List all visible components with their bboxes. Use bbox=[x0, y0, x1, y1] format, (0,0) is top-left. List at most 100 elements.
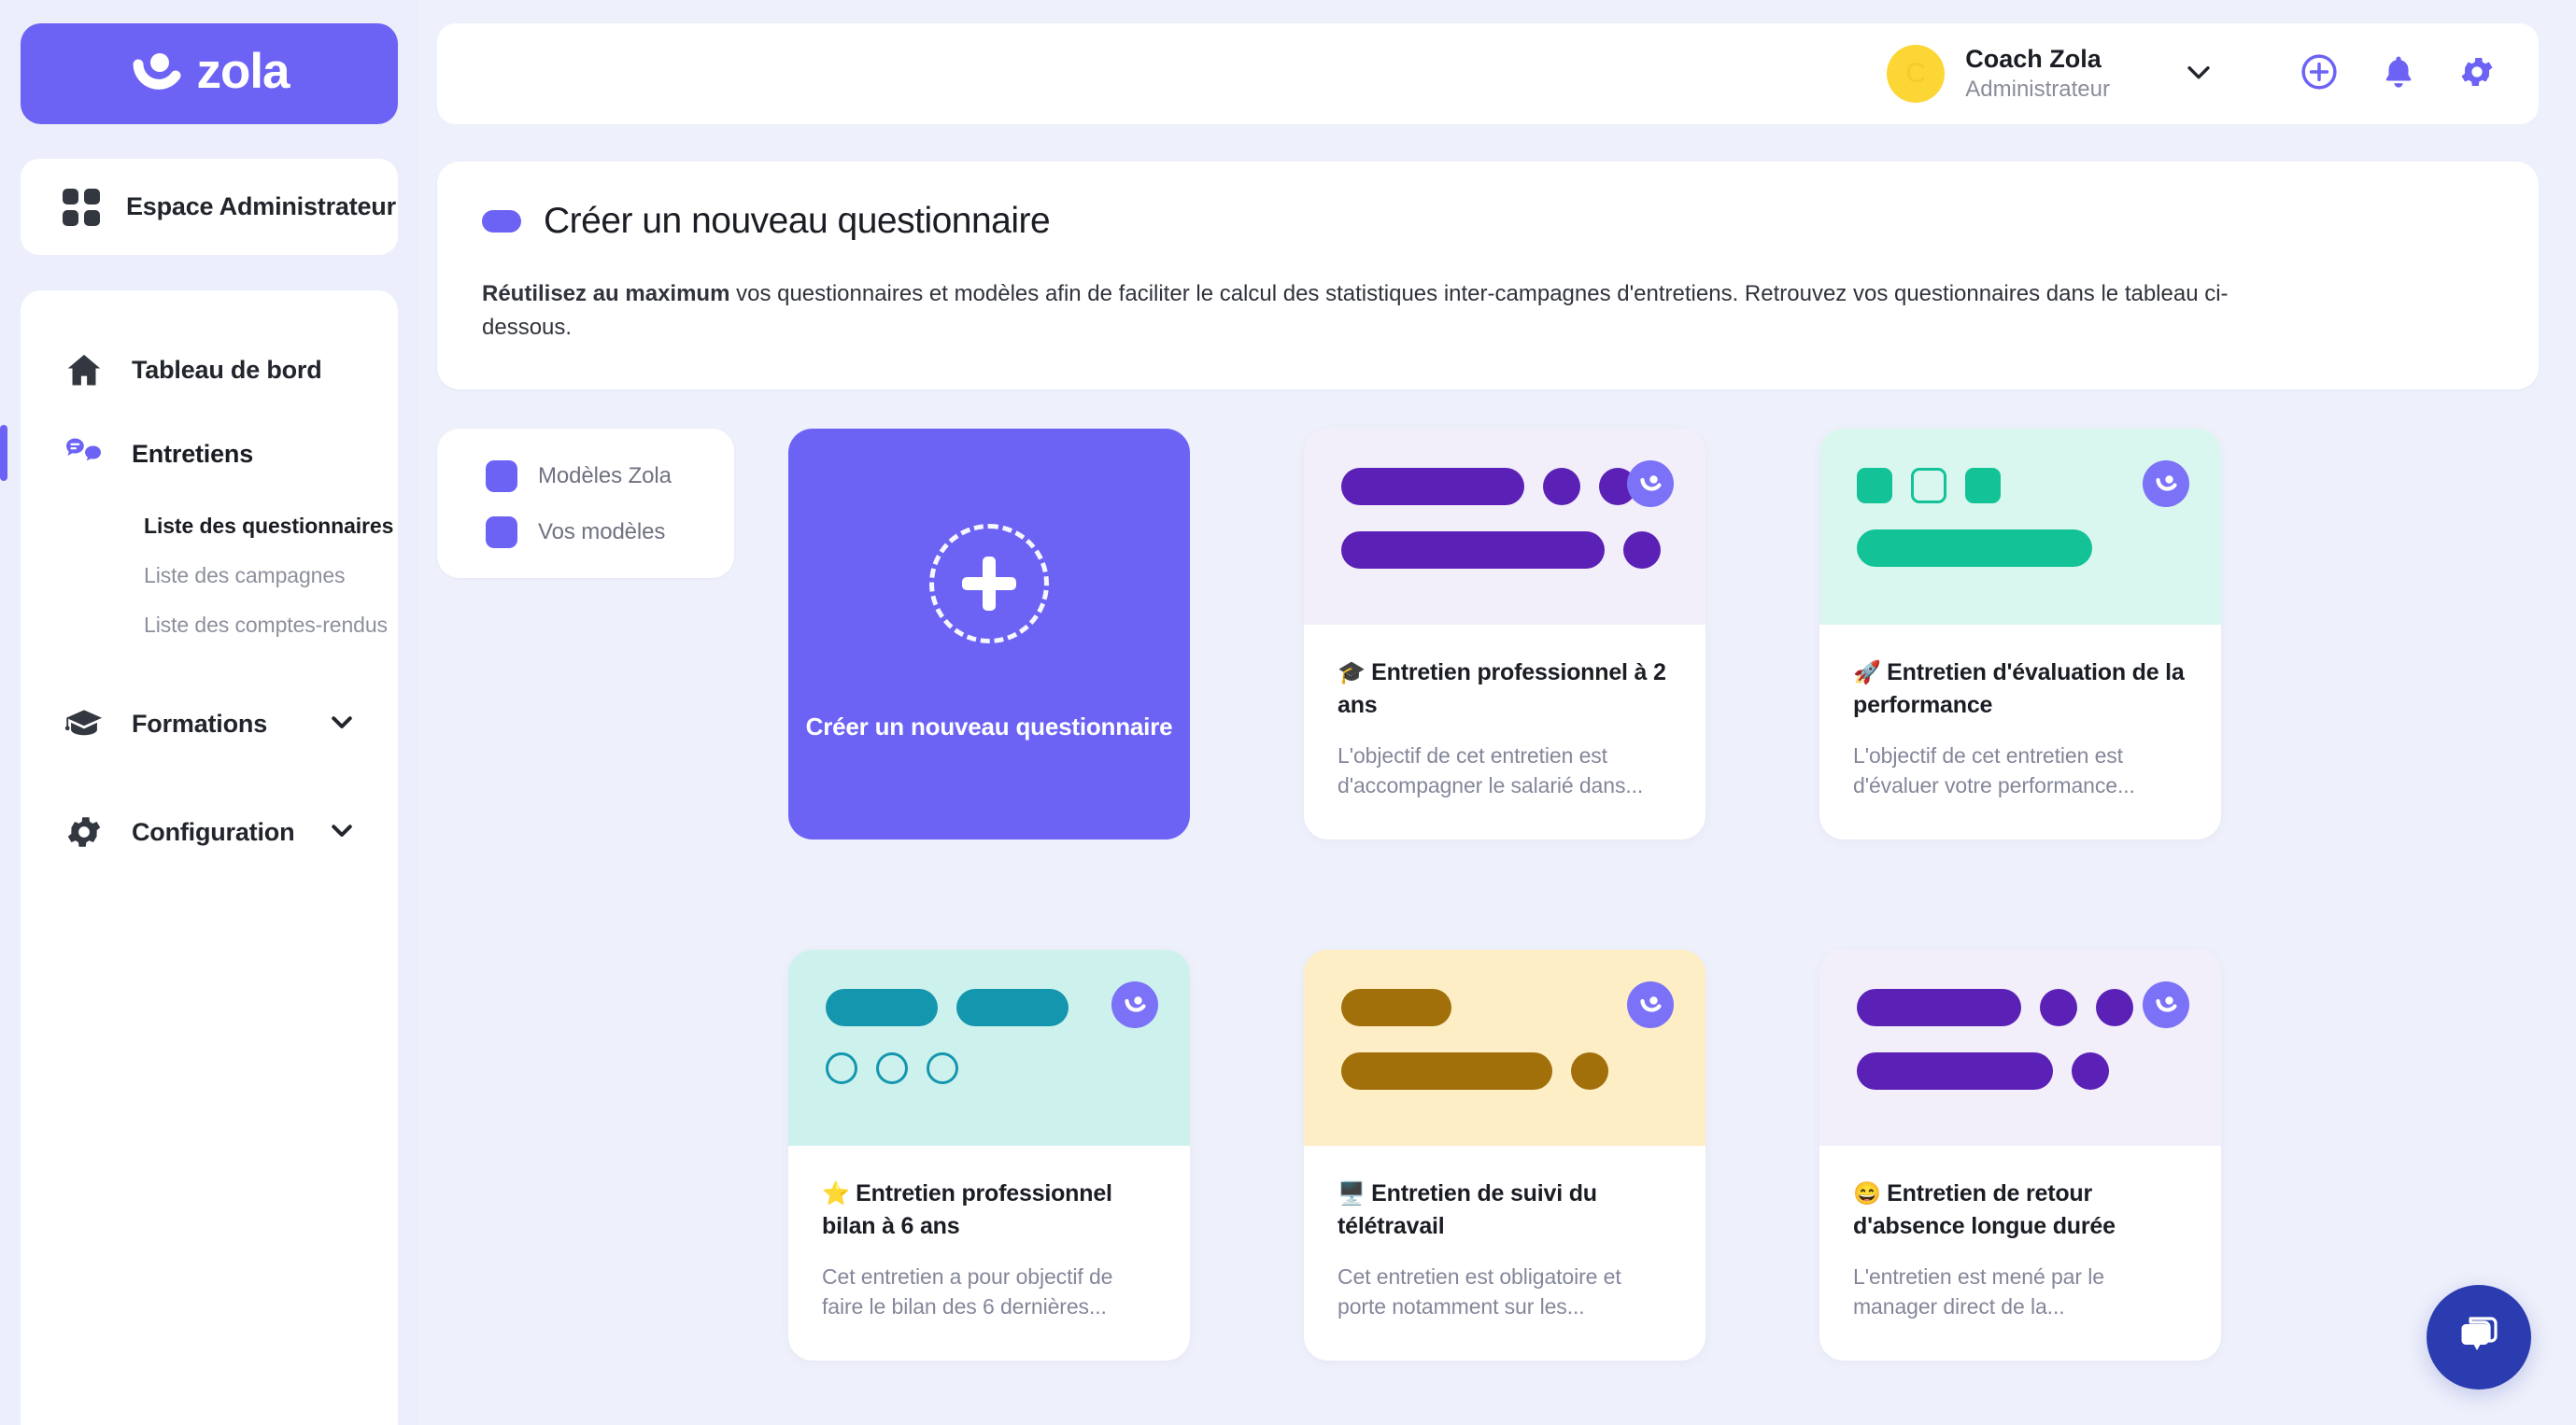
template-emoji-icon: 🎓 bbox=[1338, 660, 1372, 685]
template-card-title-text: Entretien d'évaluation de la performance bbox=[1853, 659, 2185, 718]
preview-skeleton-row bbox=[826, 989, 1153, 1026]
preview-skeleton-shape bbox=[2072, 1052, 2109, 1090]
preview-skeleton-shape bbox=[2040, 989, 2077, 1026]
chevron-down-icon[interactable] bbox=[2183, 56, 2215, 92]
sidebar-item-label: Entretiens bbox=[132, 439, 254, 468]
template-card[interactable]: 😄 Entretien de retour d'absence longue d… bbox=[1819, 950, 2221, 1361]
page-title: Créer un nouveau questionnaire bbox=[544, 201, 1051, 241]
template-emoji-icon: 🚀 bbox=[1853, 660, 1888, 685]
template-card-title: 🚀 Entretien d'évaluation de la performan… bbox=[1853, 656, 2187, 721]
zola-badge-icon bbox=[2143, 981, 2189, 1028]
template-card[interactable]: 🚀 Entretien d'évaluation de la performan… bbox=[1819, 429, 2221, 839]
banner-title-row: Créer un nouveau questionnaire bbox=[482, 201, 2494, 242]
template-card-description: Cet entretien a pour objectif de faire l… bbox=[822, 1264, 1113, 1319]
legend-swatch-icon bbox=[486, 460, 517, 492]
chat-bubbles-icon bbox=[2452, 1308, 2506, 1367]
preview-skeleton-row bbox=[1341, 468, 1668, 505]
sidebar-item-label: Tableau de bord bbox=[132, 355, 322, 384]
zola-smile-icon bbox=[129, 48, 181, 100]
preview-skeleton-row bbox=[1857, 989, 2184, 1026]
chat-support-button[interactable] bbox=[2427, 1285, 2531, 1390]
sidebar-item-entretiens[interactable]: Entretiens bbox=[0, 412, 398, 496]
user-name: Coach Zola bbox=[1965, 45, 2102, 74]
preview-skeleton-shape bbox=[1543, 468, 1580, 505]
page-banner: Créer un nouveau questionnaire Réutilise… bbox=[437, 162, 2539, 389]
gear-icon[interactable] bbox=[2457, 52, 2497, 96]
template-card-description: L'objectif de cet entretien est d'accomp… bbox=[1338, 743, 1644, 797]
zola-badge-icon bbox=[1627, 460, 1674, 507]
preview-skeleton-shape bbox=[1857, 1052, 2053, 1090]
preview-skeleton-row bbox=[1857, 1052, 2184, 1090]
sidebar-item-liste-des-questionnaires[interactable]: Liste des questionnaires bbox=[21, 501, 398, 551]
user-menu[interactable]: C Coach Zola Administrateur bbox=[1887, 44, 2110, 104]
chat-bubbles-icon bbox=[63, 432, 106, 475]
brand-logo[interactable]: zola bbox=[21, 23, 398, 124]
template-card-description: Cet entretien est obligatoire et porte n… bbox=[1338, 1264, 1621, 1319]
preview-skeleton-shape bbox=[1341, 531, 1605, 569]
sidebar-item-liste-des-campagnes[interactable]: Liste des campagnes bbox=[21, 551, 398, 600]
preview-skeleton-shape bbox=[1341, 468, 1524, 505]
create-questionnaire-label: Créer un nouveau questionnaire bbox=[805, 712, 1173, 741]
sidebar: zola Espace Administrateur Tableau de bo… bbox=[0, 0, 418, 1425]
bell-icon[interactable] bbox=[2379, 52, 2418, 96]
preview-skeleton-shape bbox=[1341, 1052, 1552, 1090]
gear-icon bbox=[63, 811, 106, 854]
preview-skeleton-row bbox=[826, 1052, 1153, 1084]
template-card[interactable]: 🎓 Entretien professionnel à 2 ans L'objec… bbox=[1304, 429, 1706, 839]
preview-skeleton-row bbox=[1341, 989, 1668, 1026]
template-emoji-icon: 🖥️ bbox=[1338, 1181, 1372, 1206]
template-card-body: 🚀 Entretien d'évaluation de la performan… bbox=[1819, 625, 2221, 800]
sidebar-item-liste-des-comptes-rendus[interactable]: Liste des comptes-rendus bbox=[21, 600, 398, 650]
preview-skeleton-shape bbox=[1911, 468, 1946, 503]
graduation-cap-icon bbox=[63, 702, 106, 745]
preview-skeleton-shape bbox=[826, 989, 938, 1026]
template-card-title-text: Entretien de retour d'absence longue dur… bbox=[1853, 1180, 2116, 1239]
preview-skeleton-shape bbox=[1623, 531, 1661, 569]
legend: Modèles Zola Vos modèles bbox=[437, 429, 734, 578]
templates-grid: Créer un nouveau questionnaire 🎓 Entreti… bbox=[788, 429, 2221, 1361]
legend-label: Vos modèles bbox=[538, 519, 666, 544]
sidebar-item-configuration[interactable]: Configuration bbox=[21, 790, 398, 874]
plus-circle-icon[interactable] bbox=[2299, 51, 2340, 97]
template-card-preview bbox=[788, 950, 1190, 1146]
template-card-title-text: Entretien professionnel bilan à 6 ans bbox=[822, 1180, 1112, 1239]
template-card-title: ⭐ Entretien professionnel bilan à 6 ans bbox=[822, 1178, 1156, 1242]
banner-description-rest: vos questionnaires et modèles afin de fa… bbox=[482, 281, 2229, 340]
page-content: Créer un nouveau questionnaire Réutilise… bbox=[418, 124, 2576, 1361]
sidebar-subnav: Liste des questionnaires Liste des campa… bbox=[21, 496, 398, 650]
zola-badge-icon bbox=[2143, 460, 2189, 507]
template-card-preview bbox=[1819, 429, 2221, 625]
sidebar-item-label: Configuration bbox=[132, 817, 295, 846]
sidebar-item-formations[interactable]: Formations bbox=[21, 682, 398, 766]
user-role: Administrateur bbox=[1965, 76, 2110, 102]
template-card-preview bbox=[1819, 950, 2221, 1146]
preview-skeleton-shape bbox=[927, 1052, 958, 1084]
legend-item-vos-modeles: Vos modèles bbox=[486, 516, 734, 548]
legend-item-modeles-zola: Modèles Zola bbox=[486, 460, 734, 492]
preview-skeleton-shape bbox=[1857, 468, 1892, 503]
template-card-title-text: Entretien de suivi du télétravail bbox=[1338, 1180, 1597, 1239]
preview-skeleton-shape bbox=[1857, 989, 2021, 1026]
main-area: C Coach Zola Administrateur Créer un nou… bbox=[418, 0, 2576, 1425]
topbar-actions bbox=[2299, 51, 2497, 97]
sidebar-item-tableau-de-bord[interactable]: Tableau de bord bbox=[21, 328, 398, 412]
template-emoji-icon: 😄 bbox=[1853, 1181, 1888, 1206]
template-card-preview bbox=[1304, 950, 1706, 1146]
chevron-down-icon[interactable] bbox=[328, 816, 356, 849]
avatar: C bbox=[1887, 45, 1946, 103]
banner-description: Réutilisez au maximum vos questionnaires… bbox=[482, 277, 2285, 345]
zola-badge-icon bbox=[1111, 981, 1158, 1028]
preview-skeleton-shape bbox=[1965, 468, 2001, 503]
template-card-description: L'objectif de cet entretien est d'évalue… bbox=[1853, 743, 2135, 797]
template-card-title: 🎓 Entretien professionnel à 2 ans bbox=[1338, 656, 1672, 721]
template-card-body: 🎓 Entretien professionnel à 2 ans L'objec… bbox=[1304, 625, 1706, 800]
create-questionnaire-card[interactable]: Créer un nouveau questionnaire bbox=[788, 429, 1190, 839]
workspace-card[interactable]: Espace Administrateur bbox=[21, 159, 398, 255]
template-card[interactable]: ⭐ Entretien professionnel bilan à 6 ans C… bbox=[788, 950, 1190, 1361]
chevron-down-icon[interactable] bbox=[328, 708, 356, 741]
topbar: C Coach Zola Administrateur bbox=[437, 23, 2539, 124]
sidebar-nav: Tableau de bord Entretiens Liste des que… bbox=[0, 290, 398, 1425]
preview-skeleton-shape bbox=[826, 1052, 857, 1084]
template-card[interactable]: 🖥️ Entretien de suivi du télétravail Cet … bbox=[1304, 950, 1706, 1361]
pill-marker-icon bbox=[482, 210, 521, 233]
